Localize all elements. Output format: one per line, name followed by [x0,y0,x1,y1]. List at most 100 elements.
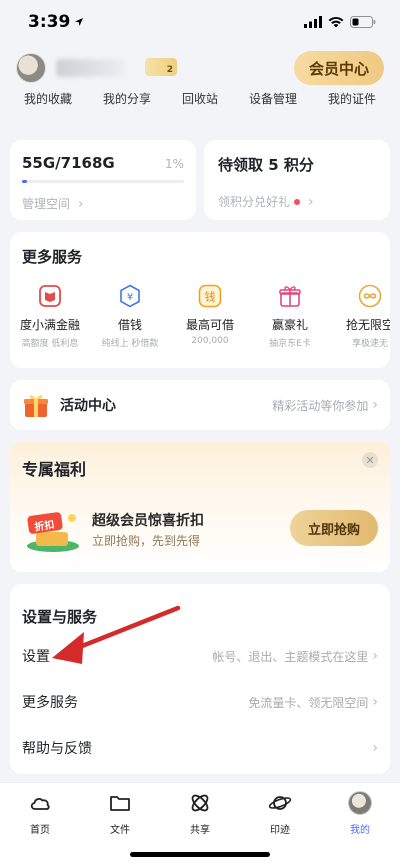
username-blurred [56,59,126,77]
clock-text: 3:39 [28,12,71,32]
chevron-right-icon: › [372,694,378,710]
tab-mine[interactable]: 我的 [330,791,390,836]
chevron-right-icon: › [372,740,378,756]
home-indicator [130,852,270,857]
storage-used: 55G/7168G [22,154,115,172]
chevron-right-icon: › [77,196,84,212]
benefit-subline: 立即抢购，先到先得 [92,534,201,548]
close-icon[interactable]: ✕ [362,452,378,468]
help-feedback-label: 帮助与反馈 [22,741,92,757]
storage-percent: 1% [164,157,184,171]
service-item-gift[interactable]: 赢豪礼 抽京东E卡 [250,284,330,349]
service-item-borrow[interactable]: ¥ 借钱 纯线上 秒借款 [90,284,170,349]
settings-label: 设置 [22,649,50,665]
activity-center-hint: 精彩活动等你参加 [272,398,369,413]
discount-tag-image: 折扣 [22,506,84,558]
svg-text:钱: 钱 [205,290,216,304]
notification-dot [294,198,301,205]
cloud-icon [30,798,50,810]
share-orbit-icon [191,794,209,812]
tab-label: 印迹 [270,825,290,836]
storage-progress-fill [22,180,27,183]
quick-nav-favorites[interactable]: 我的收藏 [24,90,72,114]
service-sub: 高额度 低利息 [21,339,79,349]
service-label: 最高可借 [185,318,234,332]
storage-card[interactable]: 55G/7168G 1% 管理空间 › [10,140,196,220]
settings-services-title: 设置与服务 [22,608,98,626]
points-title: 待领取 5 积分 [218,156,314,174]
service-item-max-loan[interactable]: 钱 最高可借 200,000 [170,284,250,349]
activity-center-row[interactable]: 活动中心 精彩活动等你参加 › [10,380,390,430]
more-services-label: 更多服务 [22,695,78,711]
service-label: 赢豪礼 [271,318,308,332]
level-badge[interactable]: 2 [145,58,177,76]
storage-progress-bar [22,180,184,183]
settings-services-card: 设置与服务 设置 帐号、退出、主题模式在这里 › 更多服务 免流量卡、领无限空间… [10,584,390,774]
tab-moments[interactable]: 印迹 [250,791,310,836]
exclusive-benefit-card: ✕ 专属福利 折扣 超级会员惊喜折扣 立即抢购，先到先得 立即抢购 [10,442,390,572]
manage-space-link[interactable]: 管理空间 › [22,195,184,212]
avatar-icon [348,791,372,815]
status-bar: 3:39 [0,0,400,44]
gift-box-icon [24,395,48,417]
book-icon [38,284,62,308]
more-services-card: 更多服务 度小满金融 高额度 低利息 ¥ 借钱 纯线上 秒借款 钱 最高可借 2… [10,232,390,368]
manage-space-label: 管理空间 [22,197,71,211]
settings-hint: 帐号、退出、主题模式在这里 [212,649,369,664]
service-item-duxiaoman[interactable]: 度小满金融 高额度 低利息 [10,284,90,349]
folder-icon [110,796,130,811]
level-number: 2 [166,65,173,75]
service-label: 抢无限空 [345,318,390,332]
planet-icon [268,796,292,810]
service-sub: 享极速无 [351,339,388,349]
gift-icon [278,284,302,308]
redeem-points-link[interactable]: 领积分兑好礼 › [218,193,376,210]
wifi-icon [328,16,344,28]
services-row: 度小满金融 高额度 低利息 ¥ 借钱 纯线上 秒借款 钱 最高可借 200,00… [10,284,390,349]
vip-center-button[interactable]: 会员中心 [294,51,384,85]
activity-center-title: 活动中心 [60,398,116,414]
service-label: 借钱 [117,318,142,332]
more-services-row[interactable]: 更多服务 免流量卡、领无限空间 › [22,682,378,722]
help-feedback-row[interactable]: 帮助与反馈 › [22,728,378,768]
service-sub: 200,000 [191,336,229,346]
tab-label: 共享 [190,825,210,836]
tab-files[interactable]: 文件 [90,791,150,836]
tab-label: 首页 [30,825,50,836]
quick-nav-devices[interactable]: 设备管理 [249,90,297,114]
points-card[interactable]: 待领取 5 积分 领积分兑好礼 › [204,140,390,220]
status-time: 3:39 [28,12,84,32]
tab-label: 文件 [110,825,130,836]
quick-nav-recycle-bin[interactable]: 回收站 [182,90,218,114]
bottom-tab-bar: 首页 文件 共享 印迹 我的 [0,782,400,865]
battery-icon [350,16,376,28]
service-label: 度小满金融 [19,318,80,332]
infinity-icon [358,284,382,308]
chevron-right-icon: › [372,397,378,413]
chevron-right-icon: › [308,193,314,210]
benefit-headline: 超级会员惊喜折扣 [92,513,204,529]
quick-nav: 我的收藏 我的分享 回收站 设备管理 我的证件 [8,90,392,114]
service-sub: 抽京东E卡 [269,339,311,349]
more-services-hint: 免流量卡、领无限空间 [248,695,369,710]
service-sub: 纯线上 秒借款 [101,339,159,349]
redeem-points-label: 领积分兑好礼 [218,195,291,209]
settings-row[interactable]: 设置 帐号、退出、主题模式在这里 › [22,636,378,676]
avatar[interactable] [16,53,46,83]
profile-row: 2 会员中心 [0,48,400,88]
quick-nav-documents[interactable]: 我的证件 [328,90,376,114]
tab-home[interactable]: 首页 [10,791,70,836]
money-icon: 钱 [198,284,222,308]
service-item-unlimited-space[interactable]: 抢无限空 享极速无 [330,284,390,349]
chevron-right-icon: › [372,648,378,664]
tab-share[interactable]: 共享 [170,791,230,836]
signal-icon [304,16,322,28]
buy-now-button[interactable]: 立即抢购 [290,510,378,546]
more-services-title: 更多服务 [22,248,83,266]
yuan-icon: ¥ [118,284,142,308]
quick-nav-shares[interactable]: 我的分享 [103,90,151,114]
location-arrow-icon [75,18,84,26]
svg-text:¥: ¥ [127,292,133,303]
tab-label: 我的 [350,825,370,836]
status-icons [304,16,376,28]
